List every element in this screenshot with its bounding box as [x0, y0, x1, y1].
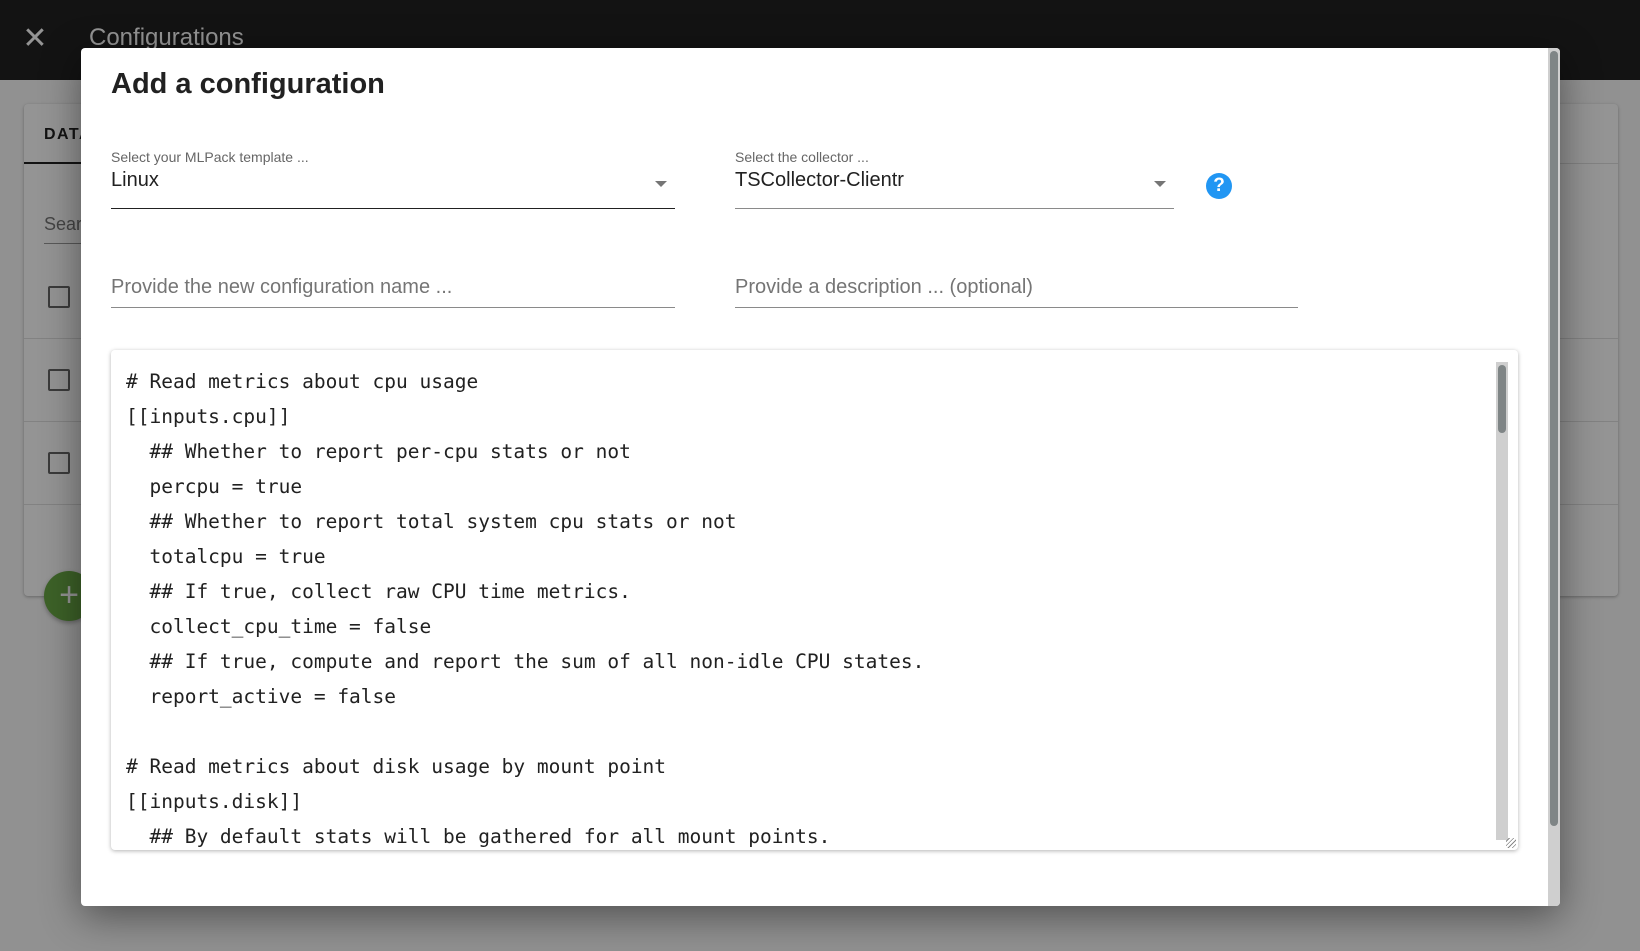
editor-scrollbar-thumb[interactable]	[1498, 365, 1506, 433]
help-icon[interactable]: ?	[1206, 173, 1232, 199]
resize-handle-icon[interactable]	[1506, 838, 1516, 848]
configuration-editor[interactable]: # Read metrics about cpu usage [[inputs.…	[111, 350, 1518, 850]
description-input[interactable]	[735, 272, 1298, 302]
description-field[interactable]	[735, 272, 1298, 308]
chevron-down-icon	[655, 181, 667, 187]
mlpack-template-value: Linux	[111, 169, 159, 191]
collector-select[interactable]: Select the collector ... TSCollector-Cli…	[735, 149, 1174, 209]
mlpack-template-select[interactable]: Select your MLPack template ... Linux	[111, 149, 675, 209]
editor-scrollbar[interactable]	[1496, 362, 1508, 840]
dialog-scrollbar-thumb[interactable]	[1550, 51, 1558, 826]
chevron-down-icon	[1154, 181, 1166, 187]
configuration-name-field[interactable]	[111, 272, 675, 308]
collector-label: Select the collector ...	[735, 149, 869, 165]
collector-value: TSCollector-Clientr	[735, 169, 904, 191]
dialog-title: Add a configuration	[111, 68, 385, 100]
configuration-name-input[interactable]	[111, 272, 675, 302]
dialog-scrollbar[interactable]	[1548, 48, 1560, 906]
mlpack-template-label: Select your MLPack template ...	[111, 149, 309, 165]
add-configuration-dialog: Add a configuration Select your MLPack t…	[81, 48, 1560, 906]
configuration-text[interactable]: # Read metrics about cpu usage [[inputs.…	[126, 364, 924, 850]
